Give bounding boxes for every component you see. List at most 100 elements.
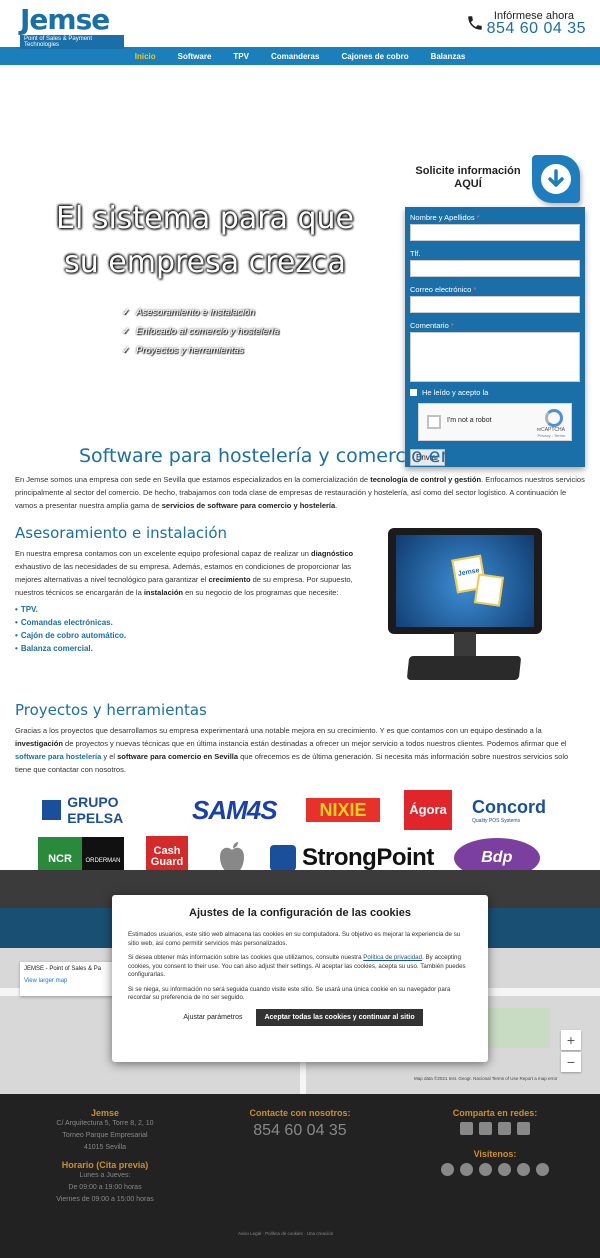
- footer-phone[interactable]: 854 60 04 35: [240, 1122, 360, 1140]
- hero-title-line: El sistema para que: [56, 201, 354, 236]
- strongpoint-logo: StrongPoint: [270, 844, 434, 872]
- facebook-icon[interactable]: [441, 1163, 454, 1176]
- brand-name: Guard: [150, 856, 184, 868]
- footer-legal[interactable]: Aviso Legal · Política de cookies · Una …: [238, 1231, 333, 1236]
- nav-item-software[interactable]: Software: [178, 52, 212, 61]
- bullet-icon: •: [15, 618, 18, 627]
- facebook-share-icon[interactable]: [460, 1122, 473, 1135]
- link-text: TPV.: [20, 605, 38, 614]
- header-phone[interactable]: 854 60 04 35: [487, 20, 586, 38]
- twitter-icon[interactable]: [479, 1163, 492, 1176]
- hero-check-item: ✓ Proyectos y herramientas: [122, 341, 279, 360]
- name-field[interactable]: [410, 224, 580, 241]
- phone-field[interactable]: [410, 260, 580, 277]
- linkedin-icon[interactable]: [498, 1163, 511, 1176]
- brand-name: SAM4S: [192, 794, 278, 825]
- footer-contact-title: Contacte con nosotros:: [249, 1108, 351, 1118]
- privacy-policy-link[interactable]: Política de privacidad: [363, 954, 422, 961]
- footer-hours-line: De 09:00 a 19:00 horas: [68, 1184, 142, 1191]
- recaptcha-widget: I'm not a robot reCAPTCHA Privacy - Term…: [418, 403, 572, 441]
- main-title: Software para hostelería y comercio en S…: [78, 445, 522, 467]
- bullet-icon: •: [15, 644, 18, 653]
- service-link-comandas[interactable]: • Comandas electrónicas.: [15, 616, 370, 629]
- section-title: Asesoramiento e instalación: [15, 524, 228, 542]
- brand-name: ORDERMAN: [85, 858, 121, 864]
- nav-item-inicio[interactable]: Inicio: [135, 52, 156, 61]
- tpv-frame: Jemse: [388, 528, 542, 634]
- service-link-balanza[interactable]: • Balanza comercial.: [15, 642, 370, 655]
- googleplus-share-icon[interactable]: [517, 1122, 530, 1135]
- hero-check-text: Enfocado al comercio y hostelería: [136, 326, 280, 337]
- footer-hours-line: Lunes a Jueves:: [79, 1172, 131, 1179]
- cookie-paragraph: Si se niega, su información no será segu…: [128, 985, 451, 1002]
- tpv-base: [406, 656, 522, 680]
- nav-item-tpv[interactable]: TPV: [233, 52, 249, 61]
- consent-checkbox[interactable]: [410, 389, 417, 396]
- service-link-tpv[interactable]: • TPV.: [15, 603, 370, 616]
- recaptcha-terms[interactable]: Privacy - Terms: [538, 433, 565, 438]
- tpv-terminal-image: Jemse: [388, 528, 544, 688]
- cookie-paragraph: Si desea obtener más información sobre l…: [128, 954, 472, 980]
- recaptcha-icon: [545, 409, 563, 427]
- brand-name: GRUPO EPELSA: [67, 794, 124, 826]
- brand-logos-row: GRUPO EPELSA SAM4S NIXIE Ágora Concord Q…: [42, 790, 558, 830]
- checkmark-icon: ✓: [122, 326, 130, 337]
- hero-section: El sistema para que su empresa crezca ✓ A…: [0, 65, 600, 467]
- main-nav: Inicio Software TPV Comanderas Cajones d…: [0, 47, 600, 65]
- linkedin-share-icon[interactable]: [498, 1122, 511, 1135]
- comment-label: Comentario *: [410, 321, 580, 330]
- footer-social: Comparta en redes: Visítenos:: [430, 1108, 560, 1176]
- logo-text: Jemse: [20, 3, 110, 36]
- section-paragraph: Gracias a los proyectos que desarrollamo…: [15, 724, 585, 776]
- accept-cookies-button[interactable]: Aceptar todas las cookies y continuar al…: [256, 1008, 423, 1026]
- adjust-settings-button[interactable]: Ajustar parámetros: [177, 1010, 248, 1025]
- phone-label: Tlf.: [410, 249, 580, 258]
- whatsapp-icon[interactable]: [517, 1163, 530, 1176]
- arrow-down-icon: [532, 155, 580, 203]
- zoom-out-button[interactable]: −: [561, 1052, 581, 1072]
- service-link-cajon[interactable]: • Cajón de cobro automático.: [15, 629, 370, 642]
- hero-check-item: ✓ Enfocado al comercio y hostelería: [122, 322, 279, 341]
- hero-check-item: ✓ Asesoramiento e instalación: [122, 303, 279, 322]
- link-text: Cajón de cobro automático.: [20, 631, 127, 640]
- sam4s-logo: SAM4S: [192, 795, 296, 826]
- recaptcha-label: I'm not a robot: [447, 417, 492, 424]
- brand-name: Ágora: [409, 802, 447, 817]
- email-field[interactable]: [410, 296, 580, 313]
- arrow-glyph: [548, 169, 564, 187]
- text-bold: investigación: [15, 739, 63, 748]
- epelsa-logo: GRUPO EPELSA: [42, 794, 174, 826]
- footer-address-line: Torneo Parque Empresarial: [62, 1132, 148, 1139]
- text-run: Si desea obtener más información sobre l…: [128, 954, 364, 961]
- intro-paragraph: En Jemse somos una empresa con sede en S…: [15, 473, 585, 512]
- section-paragraph: En nuestra empresa contamos con un excel…: [15, 547, 370, 599]
- site-logo[interactable]: Jemse Point of Sales & Payment Technolog…: [20, 6, 124, 49]
- contact-form: Nombre y Apellidos * Tlf. Correo electró…: [405, 207, 585, 467]
- tpv-screen-card: [474, 573, 504, 607]
- footer-address: Jemse C/ Arquitectura 5, Torre 8, 2, 10 …: [40, 1108, 170, 1206]
- visit-icons: [430, 1163, 560, 1176]
- recaptcha-checkbox[interactable]: [427, 415, 441, 429]
- telegram-icon[interactable]: [536, 1163, 549, 1176]
- cookie-modal-title: Ajustes de la configuración de las cooki…: [189, 907, 411, 919]
- map-larger-link[interactable]: View larger map: [24, 978, 114, 984]
- footer-visit-title: Visítenos:: [473, 1149, 517, 1159]
- brand-name: StrongPoint: [302, 844, 434, 871]
- instagram-icon[interactable]: [460, 1163, 473, 1176]
- zoom-in-button[interactable]: +: [561, 1030, 581, 1050]
- brand-name: Concord: [472, 796, 546, 817]
- nav-item-comanderas[interactable]: Comanderas: [271, 52, 319, 61]
- arrow-circle: [541, 164, 571, 194]
- comment-field[interactable]: [410, 332, 580, 382]
- footer-hours-line: Viernes de 09:00 a 15:00 horas: [56, 1196, 154, 1203]
- label-text: Nombre y Apellidos: [410, 213, 475, 222]
- twitter-share-icon[interactable]: [479, 1122, 492, 1135]
- footer-company: Jemse: [90, 1108, 120, 1118]
- text-run: En nuestra empresa contamos con un excel…: [15, 549, 312, 558]
- text-bold: instalación: [143, 588, 184, 597]
- footer-address-line: 41015 Sevilla: [83, 1144, 127, 1151]
- nav-item-balanzas[interactable]: Balanzas: [431, 52, 466, 61]
- text-link[interactable]: software para hostelería: [15, 752, 101, 761]
- form-heading-line: Solicite información: [415, 165, 521, 177]
- nav-item-cajones[interactable]: Cajones de cobro: [341, 52, 408, 61]
